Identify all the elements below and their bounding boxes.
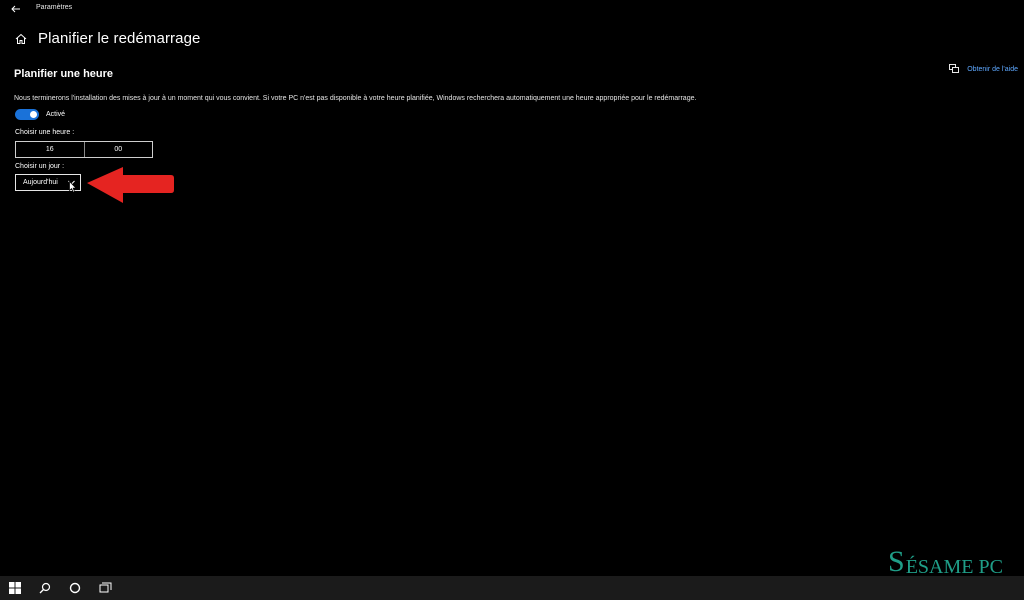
windows-start-icon — [9, 582, 21, 594]
day-label: Choisir un jour : — [15, 163, 65, 170]
section-title: Planifier une heure — [14, 68, 114, 80]
help-link[interactable]: Obtenir de l'aide — [949, 64, 1018, 74]
app-title: Paramètres — [36, 4, 73, 11]
watermark-text: ÉSAME PC — [905, 556, 1003, 578]
watermark-initial: S — [888, 545, 905, 578]
toggle-row: Activé — [15, 109, 65, 120]
cortana-button[interactable] — [60, 576, 90, 600]
time-picker[interactable]: 16 00 — [15, 141, 153, 158]
toggle-label: Activé — [46, 111, 66, 118]
back-arrow-icon — [11, 5, 20, 13]
start-button[interactable] — [0, 576, 30, 600]
schedule-toggle[interactable] — [15, 109, 39, 120]
help-link-label: Obtenir de l'aide — [967, 65, 1018, 73]
hour-field[interactable]: 16 — [16, 142, 84, 157]
title-bar: Paramètres — [0, 0, 1024, 18]
page-header: Planifier le redémarrage — [14, 30, 200, 47]
page-title: Planifier le redémarrage — [38, 30, 201, 47]
cortana-icon — [69, 582, 81, 594]
toggle-knob — [30, 111, 37, 118]
home-icon[interactable] — [14, 32, 28, 46]
chat-help-icon — [949, 64, 960, 74]
watermark-logo: S ÉSAME PC — [888, 541, 1003, 578]
annotation-arrow — [87, 167, 174, 203]
task-view-button[interactable] — [90, 576, 120, 600]
back-button[interactable] — [8, 2, 24, 16]
task-view-icon — [99, 582, 111, 593]
mouse-cursor-icon — [69, 181, 77, 193]
search-icon — [39, 582, 51, 594]
search-button[interactable] — [30, 576, 60, 600]
time-label: Choisir une heure : — [15, 129, 75, 136]
taskbar — [0, 576, 1024, 600]
minute-field[interactable]: 00 — [83, 142, 153, 157]
day-dropdown-value: Aujourd'hui — [23, 179, 58, 186]
description-text: Nous terminerons l'installation des mise… — [14, 95, 697, 102]
